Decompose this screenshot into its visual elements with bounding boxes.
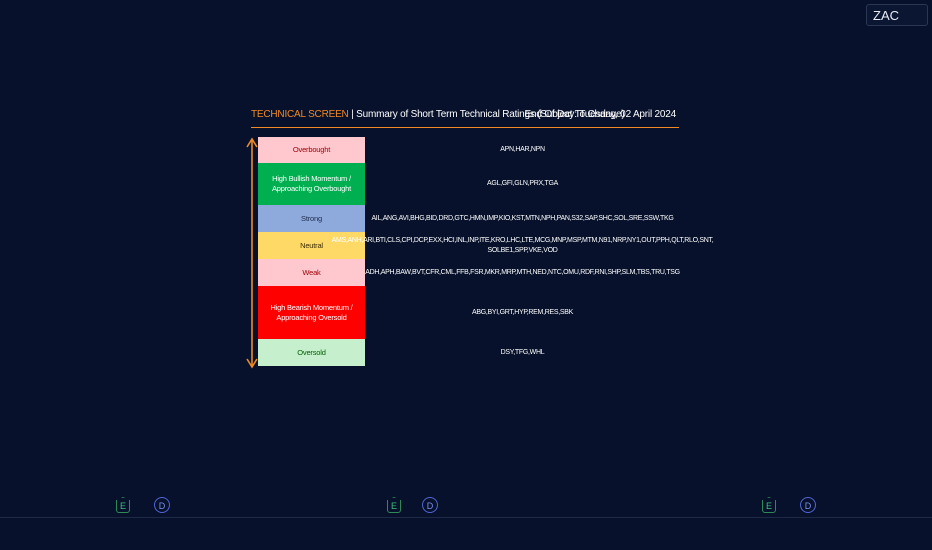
header-separator: | <box>348 109 357 120</box>
earnings-badge-icon[interactable]: E <box>116 497 130 513</box>
screen-header: TECHNICAL SCREEN | Summary of Short Term… <box>251 107 679 127</box>
rating-tickers: AIL,ANG,AVI,BHG,BID,DRD,GTC,HMN,IMP,KIO,… <box>371 214 674 222</box>
rating-tickers: ABG,BYI,GRT,HYP,REM,RES,SBK <box>472 308 573 316</box>
earnings-badge-icon[interactable]: E <box>387 497 401 513</box>
rating-tickers: APN,HAR,NPN <box>500 146 545 153</box>
chart-bottom-border <box>0 517 932 518</box>
rating-cell: High Bullish Momentum / Approaching Over… <box>258 163 365 205</box>
rating-tickers: DSY,TFG,WHL <box>500 348 545 356</box>
dividend-badge-icon[interactable]: D <box>422 497 438 513</box>
rating-tickers: ADH,APH,BAW,BVT,CFR,CML,FFB,FSR,MKR,MRP,… <box>365 268 680 276</box>
header-date: End Of Day: Tuesday, 02 April 2024 <box>524 109 677 120</box>
rating-cell: High Bearish Momentum / Approaching Over… <box>258 286 365 339</box>
rating-cell: Overbought <box>258 137 365 163</box>
dividend-badge-icon[interactable]: D <box>154 497 170 513</box>
header-divider <box>251 127 679 128</box>
rating-tickers: AGL,GFI,GLN,PRX,TGA <box>487 180 558 187</box>
rating-cell: Weak <box>258 259 365 286</box>
rating-cell: Oversold <box>258 339 365 366</box>
header-accent: TECHNICAL SCREEN <box>251 109 349 120</box>
symbol-search-input[interactable]: ZAC <box>866 4 928 26</box>
rating-tickers: AMS,ANH,ARI,BTI,CLS,CPI,DCP,EXX,HCI,INL,… <box>331 236 714 254</box>
dividend-badge-icon[interactable]: D <box>800 497 816 513</box>
rating-cell: Strong <box>258 205 365 232</box>
earnings-badge-icon[interactable]: E <box>762 497 776 513</box>
